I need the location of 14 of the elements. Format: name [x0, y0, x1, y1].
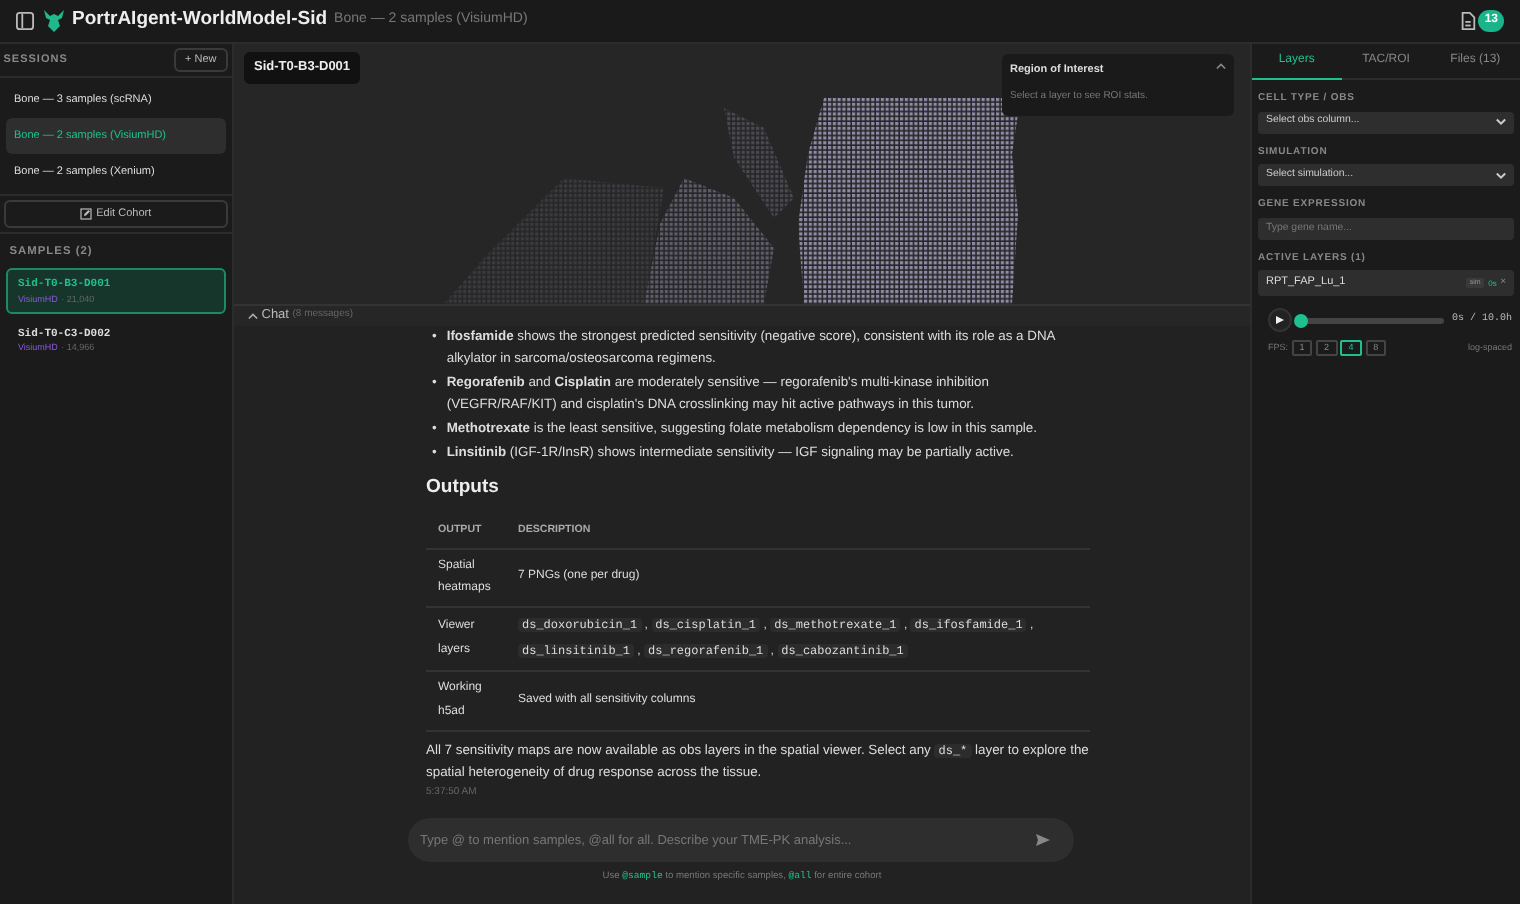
outputs-heading: Outputs: [426, 474, 501, 503]
play-button[interactable]: [1268, 308, 1292, 332]
edit-icon: [80, 207, 93, 220]
collapse-icon[interactable]: [1216, 62, 1226, 70]
logo-icon: [41, 10, 65, 32]
chevron-down-icon: [1496, 118, 1506, 126]
send-icon[interactable]: [1036, 834, 1050, 846]
document-icon[interactable]: [1459, 12, 1476, 30]
sidebar-toggle-icon[interactable]: [16, 12, 34, 30]
app-title: PortrAIgent-WorldModel-Sid: [72, 6, 328, 35]
chevron-down-icon: [1496, 171, 1506, 179]
timeline-slider[interactable]: [1299, 317, 1445, 323]
play-icon: [1276, 316, 1284, 324]
chevron-icon[interactable]: [248, 312, 258, 320]
